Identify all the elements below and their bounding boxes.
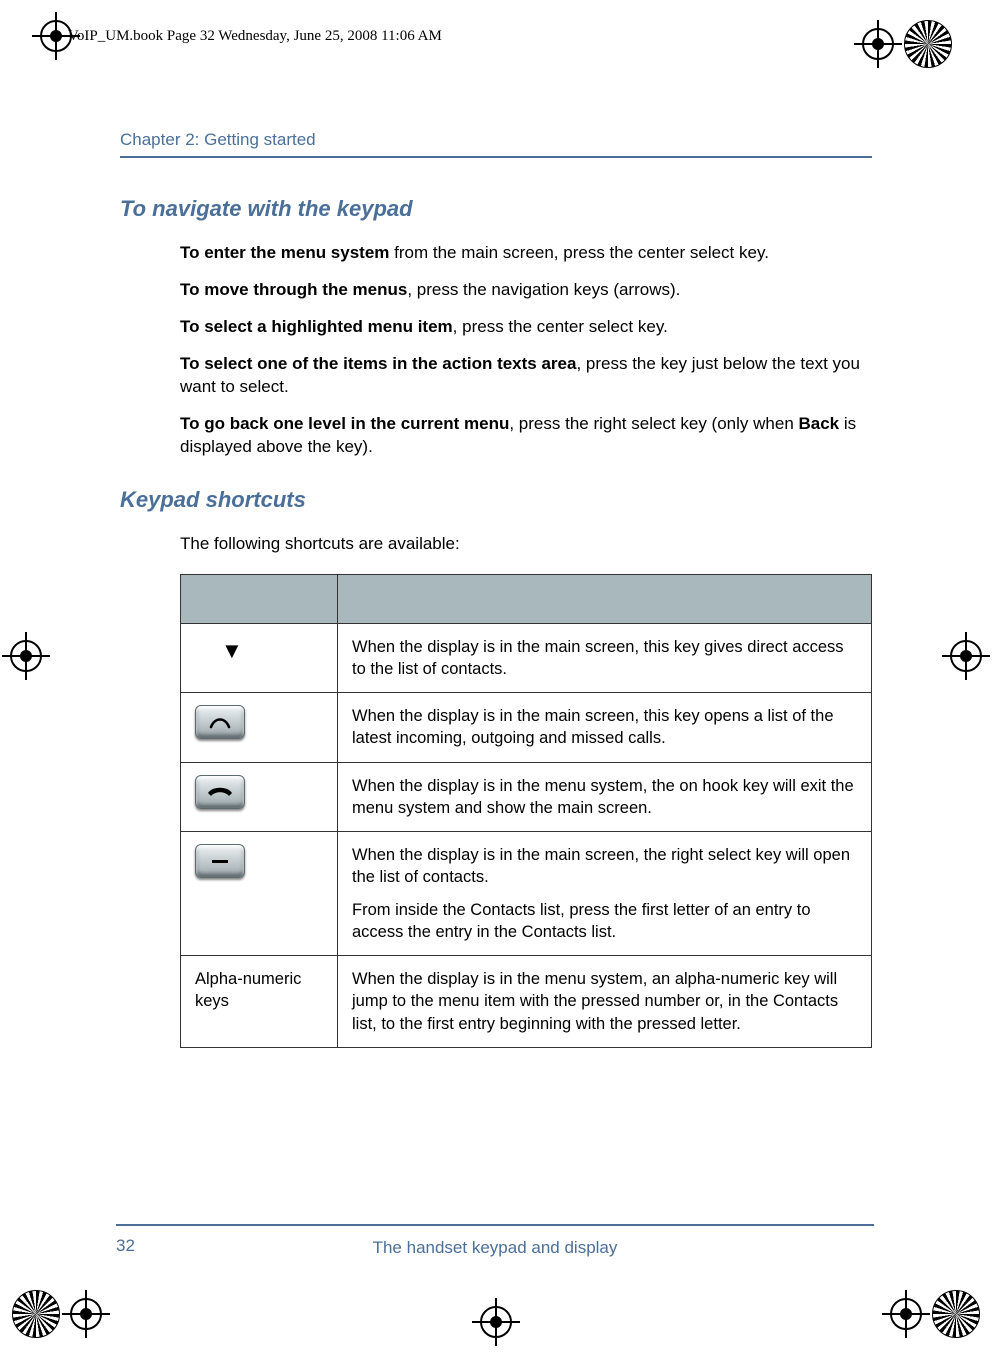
shortcuts-table: ▼ When the display is in the main screen…	[180, 574, 872, 1048]
crop-mark-icon	[10, 640, 42, 672]
table-row: When the display is in the main screen, …	[181, 693, 872, 763]
table-cell: When the display is in the menu system, …	[338, 956, 872, 1048]
registration-mark-icon	[932, 1290, 980, 1338]
section-heading-navigate: To navigate with the keypad	[120, 196, 872, 222]
paragraph: To move through the menus, press the nav…	[180, 279, 872, 302]
down-arrow-icon: ▼	[221, 636, 243, 666]
table-cell: When the display is in the menu system, …	[338, 762, 872, 832]
off-hook-key-icon	[195, 705, 245, 739]
table-header	[181, 574, 338, 623]
crop-mark-icon	[70, 1298, 102, 1330]
table-cell: When the display is in the main screen, …	[338, 693, 872, 763]
table-cell: Alpha-numeric keys	[181, 956, 338, 1048]
right-select-key-icon	[195, 844, 245, 878]
table-cell: When the display is in the main screen, …	[338, 832, 872, 956]
crop-mark-icon	[480, 1306, 512, 1338]
footer-title: The handset keypad and display	[116, 1238, 874, 1258]
registration-mark-icon	[904, 20, 952, 68]
paragraph: To select a highlighted menu item, press…	[180, 316, 872, 339]
table-row: Alpha-numeric keys When the display is i…	[181, 956, 872, 1048]
section-heading-shortcuts: Keypad shortcuts	[120, 487, 872, 513]
crop-mark-icon	[890, 1298, 922, 1330]
paragraph: To enter the menu system from the main s…	[180, 242, 872, 265]
running-head: VoIP_UM.book Page 32 Wednesday, June 25,…	[68, 28, 442, 45]
registration-mark-icon	[12, 1290, 60, 1338]
paragraph: To select one of the items in the action…	[180, 353, 872, 399]
table-row: When the display is in the menu system, …	[181, 762, 872, 832]
crop-mark-icon	[862, 28, 894, 60]
table-cell: When the display is in the main screen, …	[338, 623, 872, 693]
chapter-label: Chapter 2: Getting started	[120, 130, 872, 150]
header-rule	[120, 156, 872, 158]
page-number: 32	[116, 1236, 135, 1256]
crop-mark-icon	[950, 640, 982, 672]
paragraph: The following shortcuts are available:	[180, 533, 872, 556]
paragraph: To go back one level in the current menu…	[180, 413, 872, 459]
on-hook-key-icon	[195, 775, 245, 809]
table-row: When the display is in the main screen, …	[181, 832, 872, 956]
table-header	[338, 574, 872, 623]
table-row: ▼ When the display is in the main screen…	[181, 623, 872, 693]
